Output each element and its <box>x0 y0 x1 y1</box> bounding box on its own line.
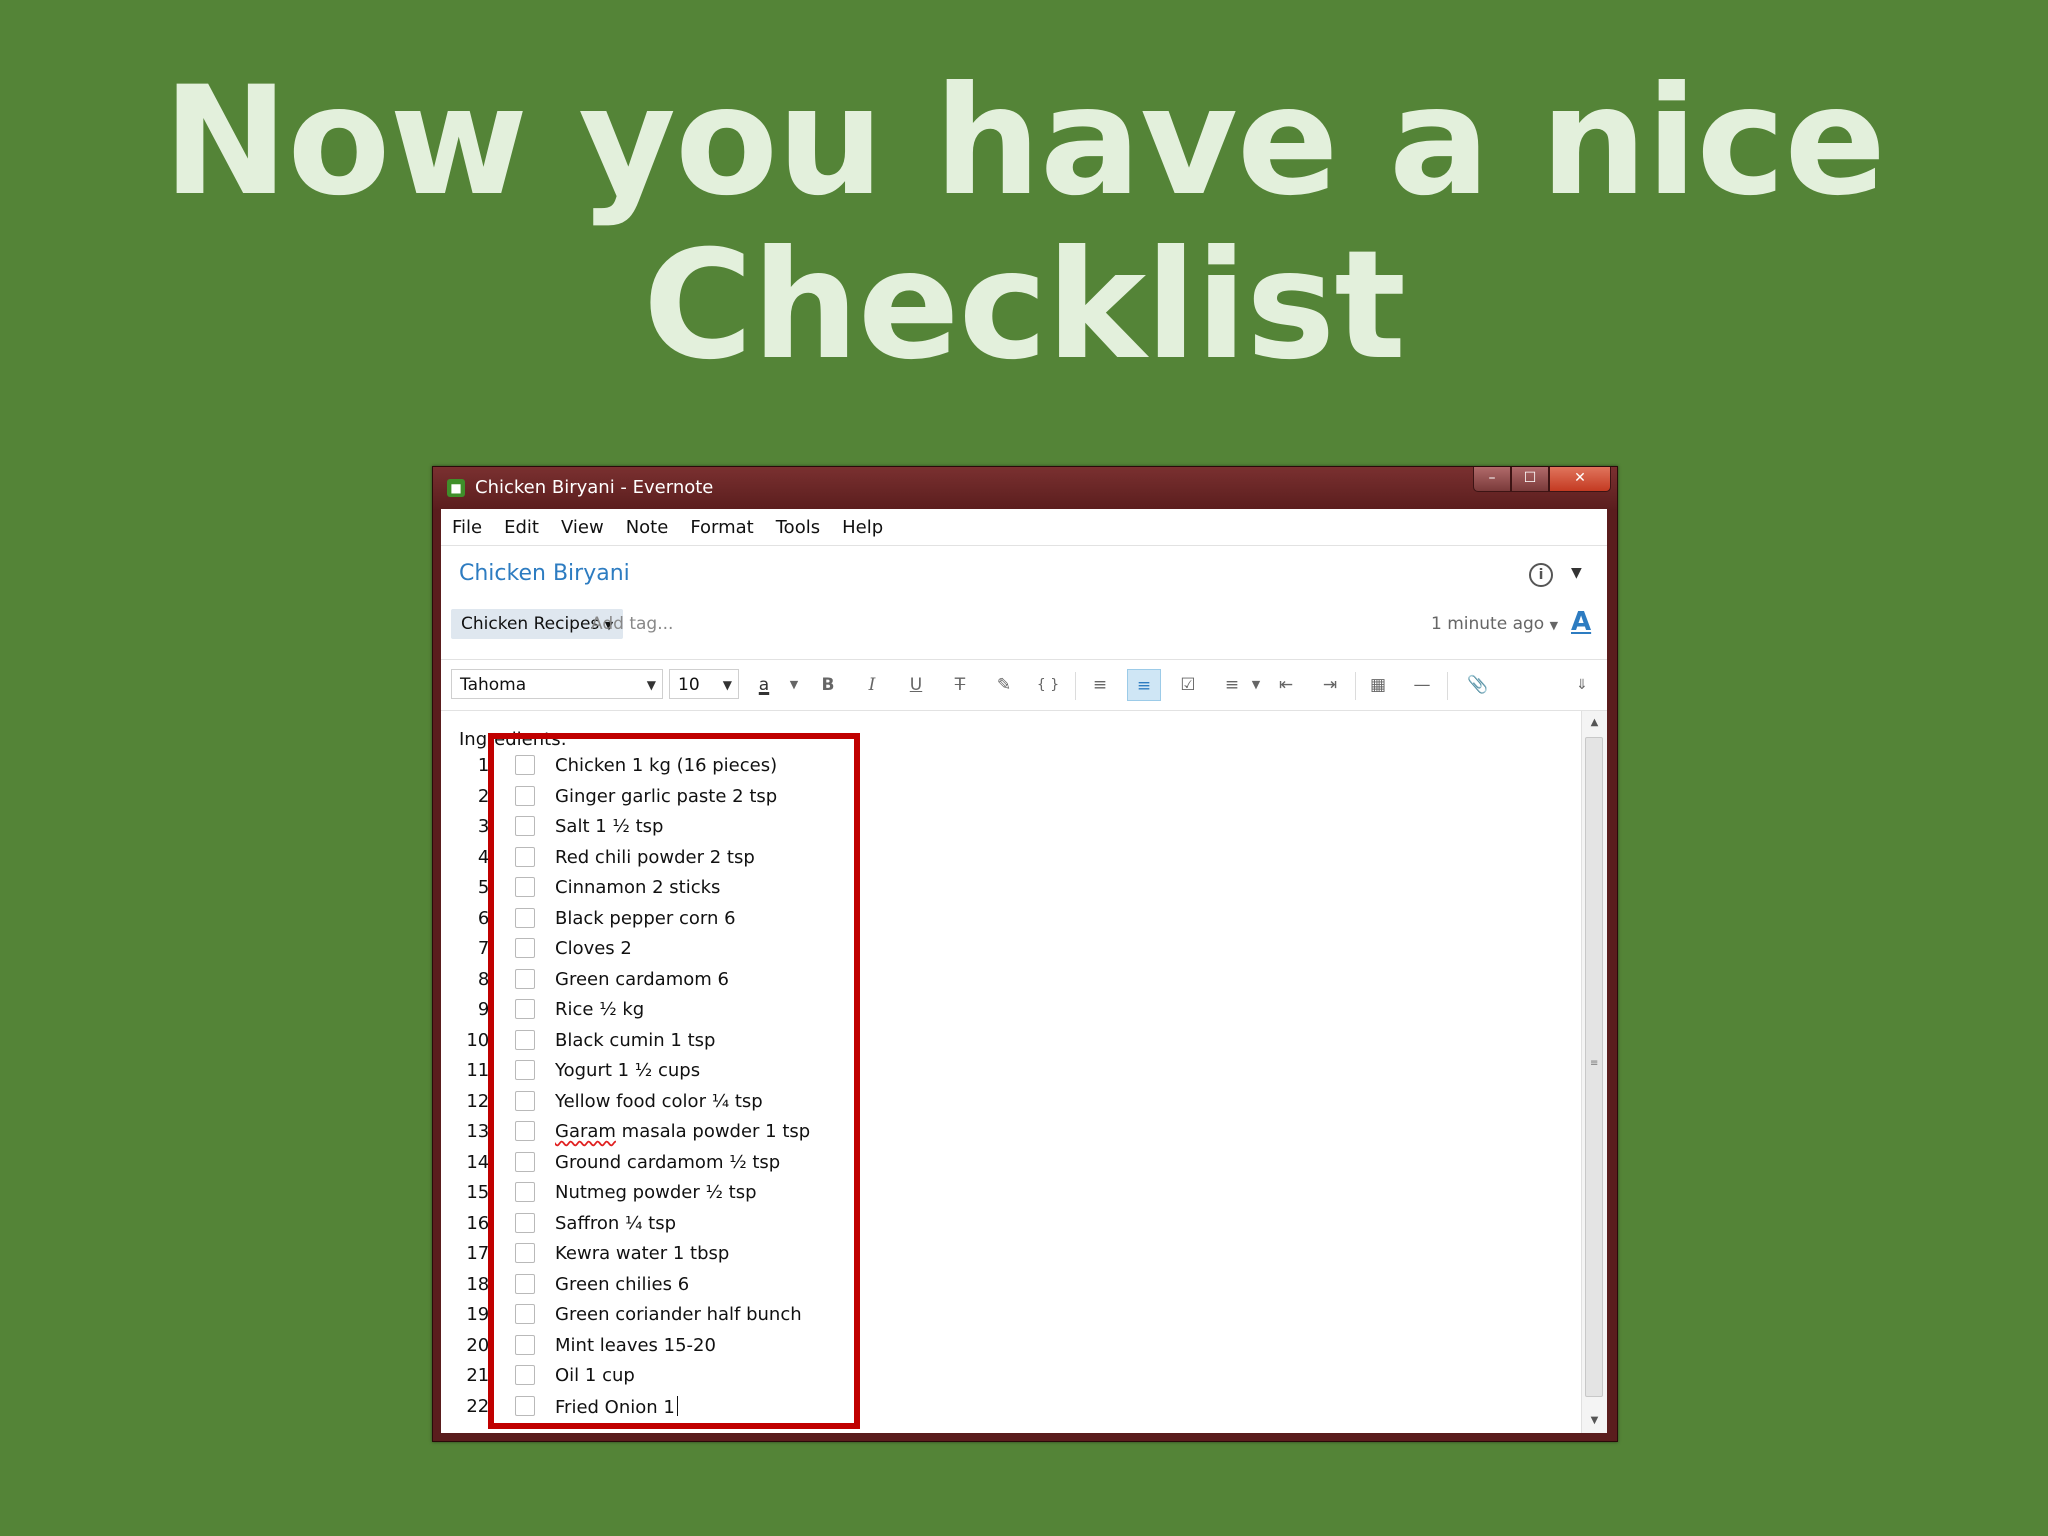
format-toolbar: Tahoma ▼ 10 ▼ a ▼ B I U T ✎ { } ≡ ≡ ☑ ≡ … <box>441 659 1607 711</box>
list-number: 5. <box>477 877 495 898</box>
list-number: 17. <box>466 1243 495 1264</box>
scroll-thumb[interactable]: ≡ <box>1585 737 1603 1397</box>
evernote-window: ■ Chicken Biryani - Evernote – ☐ ✕ File … <box>432 466 1618 1442</box>
note-title[interactable]: Chicken Biryani <box>459 561 630 586</box>
horizontal-rule-icon[interactable]: — <box>1405 669 1439 701</box>
add-tag-input[interactable] <box>591 609 791 639</box>
scroll-down-icon[interactable]: ▼ <box>1582 1411 1607 1431</box>
toolbar-separator <box>1447 672 1448 700</box>
outdent-icon[interactable]: ⇤ <box>1269 669 1303 701</box>
menu-file[interactable]: File <box>441 517 493 538</box>
menu-help[interactable]: Help <box>831 517 894 538</box>
bulleted-list-icon[interactable]: ≡ <box>1083 669 1117 701</box>
list-number: 21. <box>466 1365 495 1386</box>
strikethrough-icon[interactable]: T <box>943 669 977 701</box>
list-number: 16. <box>466 1212 495 1234</box>
format-bar-toggle-icon[interactable]: A <box>1571 607 1591 637</box>
window-controls: – ☐ ✕ <box>1473 467 1611 493</box>
list-number: 22. <box>466 1395 495 1417</box>
menu-bar: File Edit View Note Format Tools Help <box>441 509 1607 546</box>
window-titlebar[interactable]: ■ Chicken Biryani - Evernote – ☐ ✕ <box>433 467 1617 509</box>
editor-scrollbar[interactable]: ▲ ≡ ▼ <box>1581 711 1607 1433</box>
evernote-app-icon: ■ <box>447 479 465 497</box>
list-number: 12. <box>466 1090 495 1112</box>
list-number: 13. <box>466 1121 495 1142</box>
chevron-down-icon: ▼ <box>722 678 732 692</box>
numbered-list-icon[interactable]: ≡ <box>1127 669 1161 701</box>
font-family-select[interactable]: Tahoma ▼ <box>451 669 663 699</box>
toolbar-separator <box>1075 672 1076 700</box>
window-title: Chicken Biryani - Evernote <box>475 477 714 498</box>
list-number: 8. <box>477 968 495 990</box>
chevron-down-icon: ▼ <box>646 678 656 692</box>
scroll-up-icon[interactable]: ▲ <box>1582 713 1607 733</box>
chevron-down-icon[interactable]: ▼ <box>777 669 811 701</box>
bold-icon[interactable]: B <box>811 669 845 701</box>
menu-format[interactable]: Format <box>679 517 764 538</box>
menu-note[interactable]: Note <box>615 517 680 538</box>
maximize-button[interactable]: ☐ <box>1511 467 1549 492</box>
highlighter-icon[interactable]: ✎ <box>987 669 1021 701</box>
list-number: 2. <box>477 785 495 807</box>
italic-icon[interactable]: I <box>855 669 889 701</box>
list-number: 11. <box>466 1060 495 1081</box>
checklist-highlight-box <box>488 733 860 1429</box>
list-number: 6. <box>477 907 495 929</box>
checkbox-icon[interactable]: ☑ <box>1171 669 1205 701</box>
list-number: 10. <box>466 1029 495 1051</box>
list-number: 4. <box>477 846 495 868</box>
slide-title-line1: Now you have a nice <box>162 55 1886 229</box>
slide-title-line2: Checklist <box>642 219 1406 393</box>
toolbar-separator <box>1355 672 1356 700</box>
attachment-icon[interactable]: 📎 <box>1461 669 1495 701</box>
last-updated[interactable]: 1 minute ago ▼ <box>1431 609 1558 641</box>
list-number: 9. <box>477 999 495 1020</box>
last-updated-text: 1 minute ago <box>1431 614 1545 634</box>
list-number: 15. <box>466 1182 495 1203</box>
more-icon[interactable]: ⇓ <box>1565 669 1599 701</box>
slide-title: Now you have a nice Checklist <box>0 60 2048 388</box>
window-client: File Edit View Note Format Tools Help Ch… <box>441 509 1607 1433</box>
list-number: 20. <box>466 1334 495 1356</box>
font-family-value: Tahoma <box>460 675 527 695</box>
font-color-icon[interactable]: a <box>747 669 781 701</box>
indent-icon[interactable]: ⇥ <box>1313 669 1347 701</box>
collapse-header-icon[interactable]: ▼ <box>1571 565 1582 581</box>
note-editor[interactable]: Ingredients: 1. Chicken 1 kg (16 pieces) 2… <box>441 711 1581 1433</box>
info-icon[interactable]: i <box>1529 563 1553 587</box>
menu-view[interactable]: View <box>550 517 615 538</box>
notebook-name: Chicken Recipes <box>461 614 600 634</box>
chevron-down-icon: ▼ <box>1549 619 1559 632</box>
font-size-value: 10 <box>678 675 700 695</box>
code-block-icon[interactable]: { } <box>1031 669 1065 701</box>
menu-tools[interactable]: Tools <box>765 517 831 538</box>
minimize-button[interactable]: – <box>1473 467 1511 492</box>
font-size-select[interactable]: 10 ▼ <box>669 669 739 699</box>
chevron-down-icon[interactable]: ▼ <box>1239 669 1273 701</box>
table-icon[interactable]: ▦ <box>1361 669 1395 701</box>
list-number: 1. <box>477 755 495 776</box>
close-button[interactable]: ✕ <box>1549 467 1611 492</box>
list-number: 7. <box>477 938 495 959</box>
list-number: 3. <box>477 816 495 837</box>
list-number: 19. <box>466 1304 495 1325</box>
underline-icon[interactable]: U <box>899 669 933 701</box>
menu-edit[interactable]: Edit <box>493 517 550 538</box>
list-number: 14. <box>466 1151 495 1173</box>
grip-icon: ≡ <box>1590 1058 1599 1069</box>
list-number: 18. <box>466 1273 495 1295</box>
